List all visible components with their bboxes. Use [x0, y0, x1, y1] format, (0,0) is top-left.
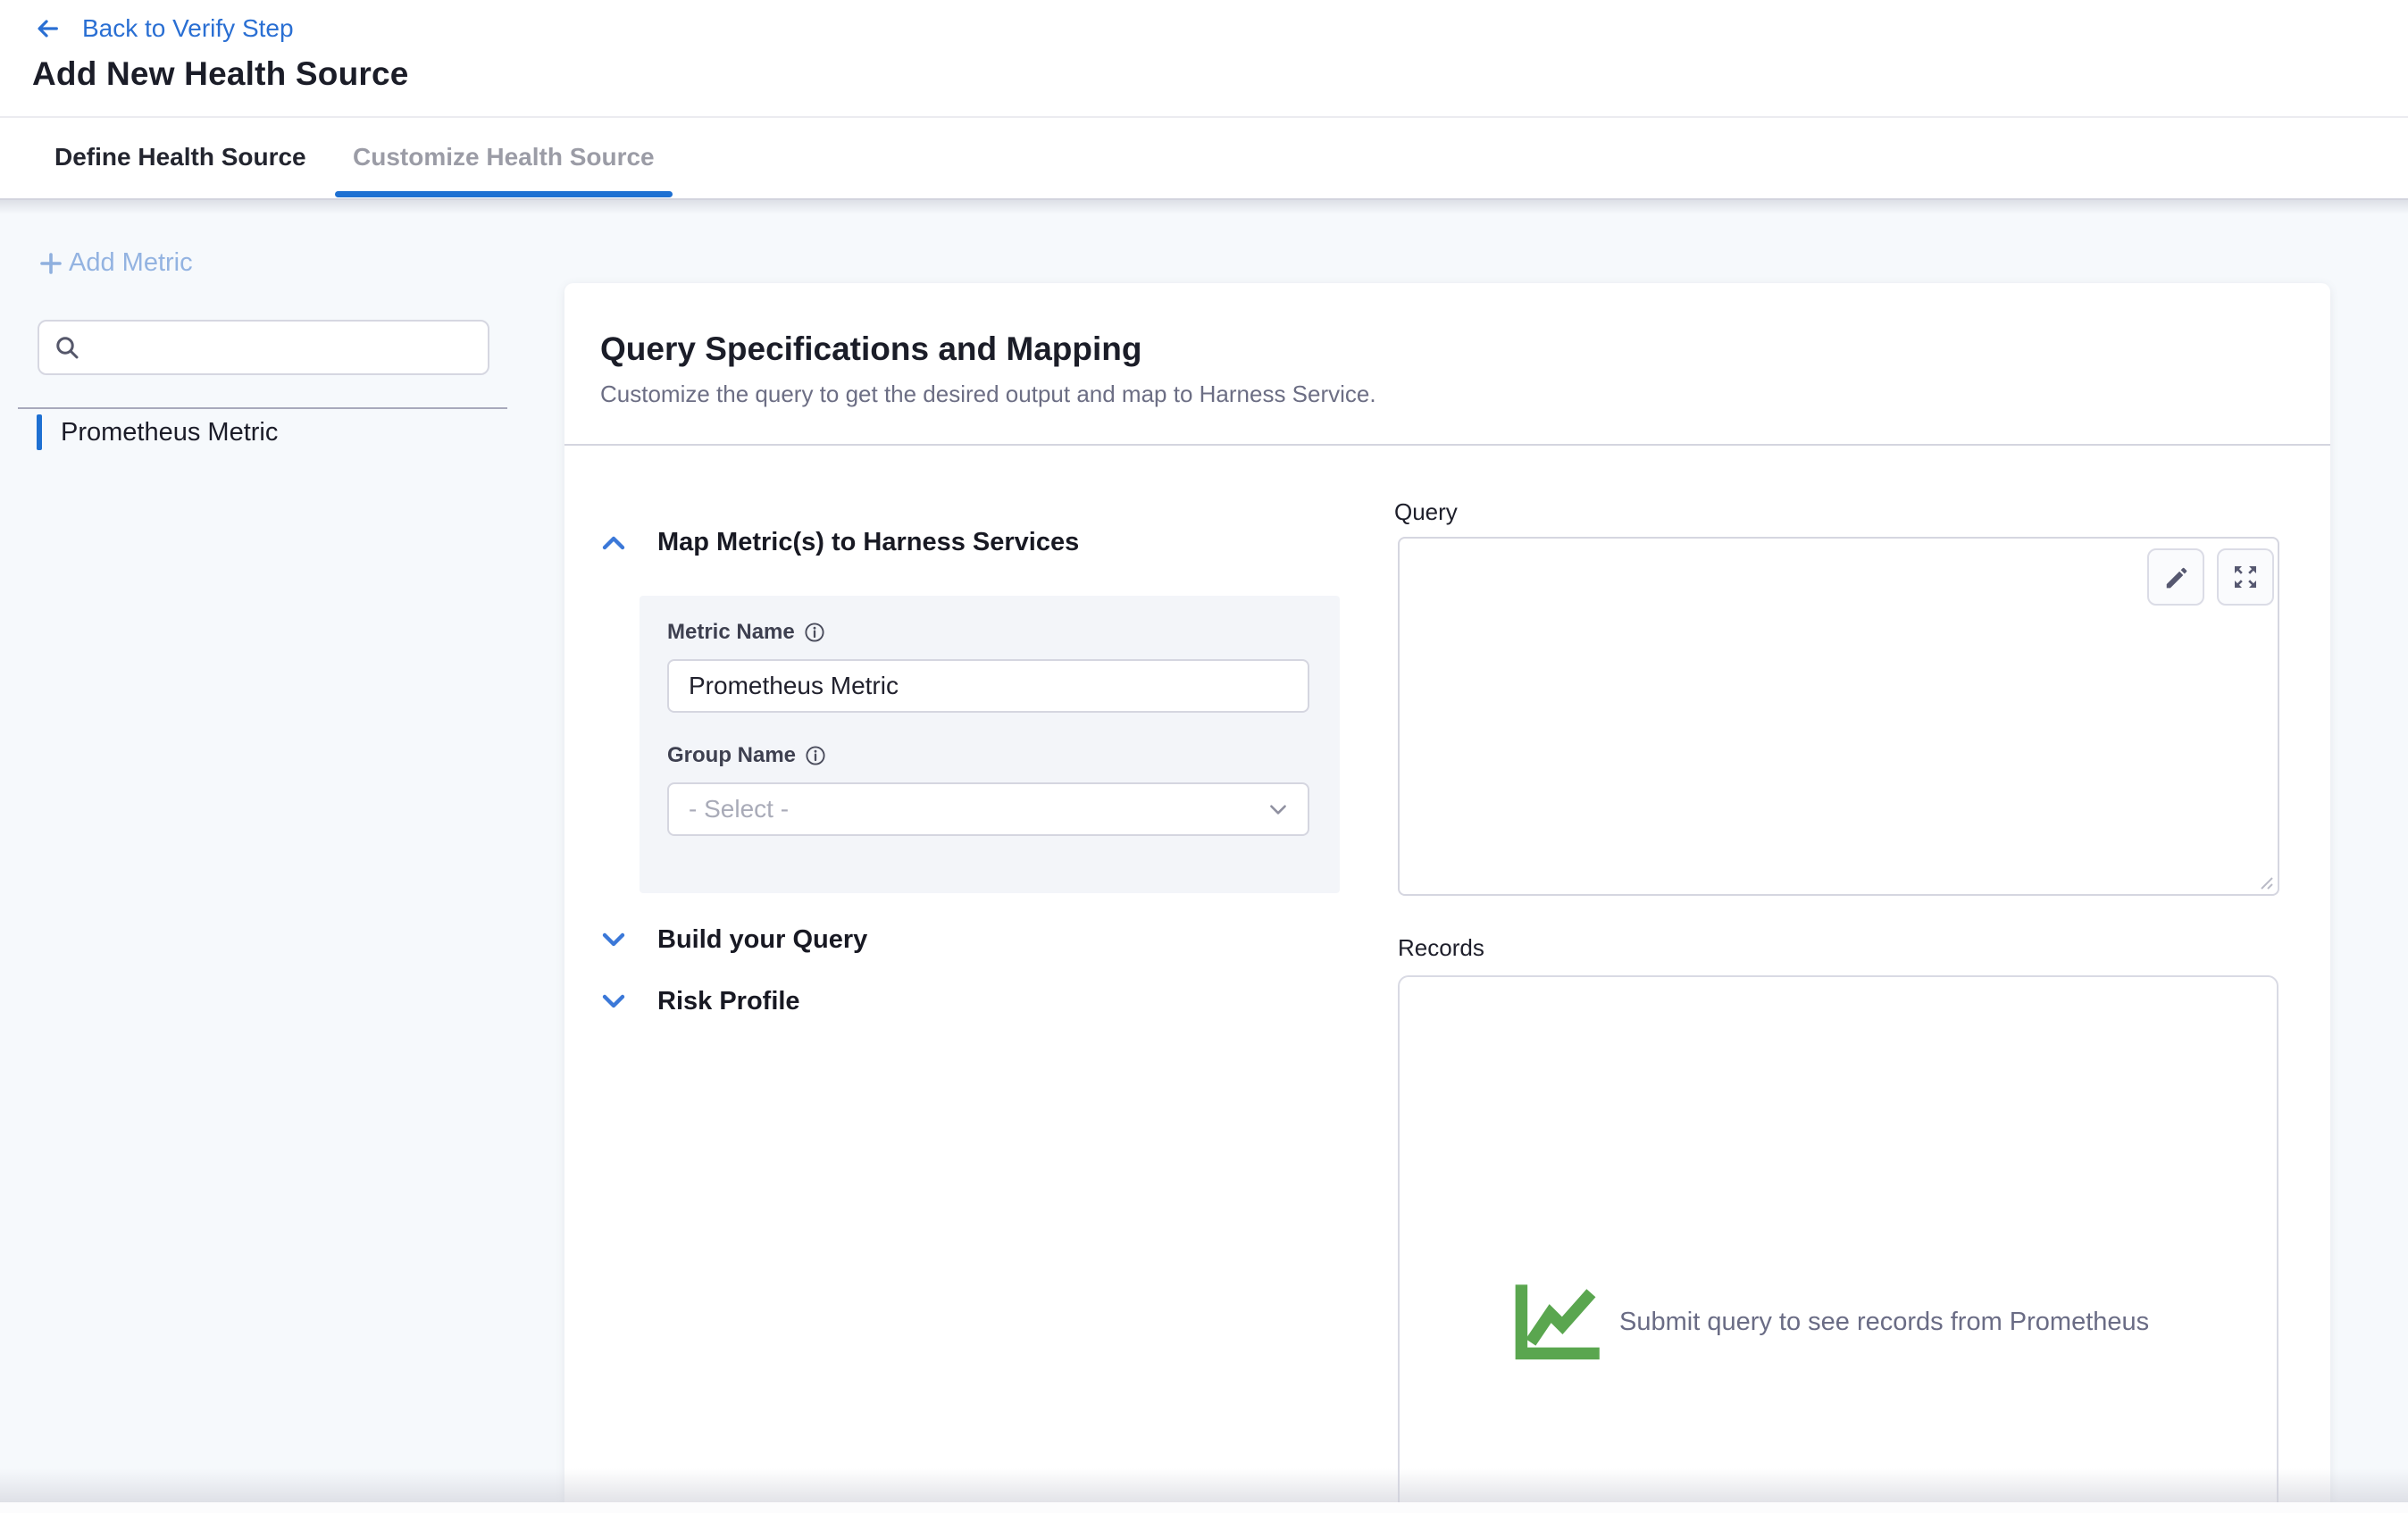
card-subheading: Customize the query to get the desired o…	[600, 380, 1376, 408]
card-heading: Query Specifications and Mapping	[600, 330, 1142, 368]
section-build-query-toggle[interactable]: Build your Query	[602, 922, 867, 957]
query-label: Query	[1394, 498, 1458, 526]
back-to-verify-step-link[interactable]: Back to Verify Step	[34, 9, 294, 48]
metric-name-input[interactable]	[667, 659, 1309, 713]
sidebar-divider	[18, 407, 507, 409]
metric-search-box	[38, 320, 489, 375]
info-icon[interactable]	[804, 622, 825, 643]
records-empty-message: Submit query to see records from Prometh…	[1619, 1308, 2149, 1337]
expand-icon	[2231, 563, 2260, 591]
chevron-down-icon	[1267, 798, 1290, 821]
records-panel: Submit query to see records from Prometh…	[1398, 975, 2278, 1513]
tab-customize-health-source[interactable]: Customize Health Source	[353, 143, 655, 171]
search-icon	[54, 334, 80, 361]
back-link-label: Back to Verify Step	[82, 14, 294, 43]
query-fullscreen-button[interactable]	[2217, 548, 2274, 606]
metric-item-label: Prometheus Metric	[61, 418, 278, 447]
page-title: Add New Health Source	[32, 55, 409, 93]
card-divider	[564, 444, 2330, 446]
map-metrics-form-panel: Metric Name Group Name	[640, 596, 1340, 893]
chevron-down-icon	[602, 932, 625, 948]
query-edit-button[interactable]	[2147, 548, 2204, 606]
section-map-metrics-title: Map Metric(s) to Harness Services	[657, 528, 1079, 557]
line-chart-icon	[1512, 1281, 1605, 1363]
section-risk-profile-title: Risk Profile	[657, 987, 800, 1016]
sidebar-item-prometheus-metric[interactable]: Prometheus Metric	[37, 414, 278, 450]
section-risk-profile-toggle[interactable]: Risk Profile	[602, 983, 800, 1019]
active-tab-underline	[335, 191, 673, 197]
info-icon[interactable]	[805, 745, 826, 766]
plus-icon	[38, 250, 64, 277]
query-editor	[1398, 537, 2279, 896]
tabstrip-shadow	[0, 200, 2408, 214]
arrow-left-icon	[34, 15, 61, 42]
records-label: Records	[1398, 934, 1484, 962]
header-divider	[0, 116, 2408, 118]
tab-define-health-source[interactable]: Define Health Source	[54, 143, 306, 171]
group-name-label: Group Name	[667, 743, 796, 768]
chevron-up-icon	[602, 535, 625, 550]
metric-name-label: Metric Name	[667, 620, 795, 645]
group-name-label-row: Group Name	[667, 743, 826, 768]
records-empty-state: Submit query to see records from Prometh…	[1512, 1281, 2149, 1363]
metric-search-input[interactable]	[91, 323, 488, 372]
group-name-select[interactable]: - Select -	[667, 782, 1309, 836]
selected-item-bar	[37, 414, 42, 450]
add-metric-button[interactable]: Add Metric	[38, 248, 193, 278]
section-build-query-title: Build your Query	[657, 925, 867, 955]
screen: Back to Verify Step Add New Health Sourc…	[0, 0, 2408, 1513]
pencil-icon	[2162, 564, 2189, 590]
metric-name-label-row: Metric Name	[667, 620, 825, 645]
add-metric-label: Add Metric	[69, 248, 193, 278]
chevron-down-icon	[602, 994, 625, 1009]
resize-grip-icon[interactable]	[2253, 870, 2275, 891]
section-map-metrics-toggle[interactable]: Map Metric(s) to Harness Services	[602, 524, 1079, 560]
query-textarea[interactable]	[1400, 539, 2278, 894]
query-specifications-card: Query Specifications and Mapping Customi…	[564, 283, 2330, 1513]
group-name-select-placeholder: - Select -	[689, 795, 1267, 823]
page-header: Back to Verify Step Add New Health Sourc…	[0, 0, 2408, 200]
